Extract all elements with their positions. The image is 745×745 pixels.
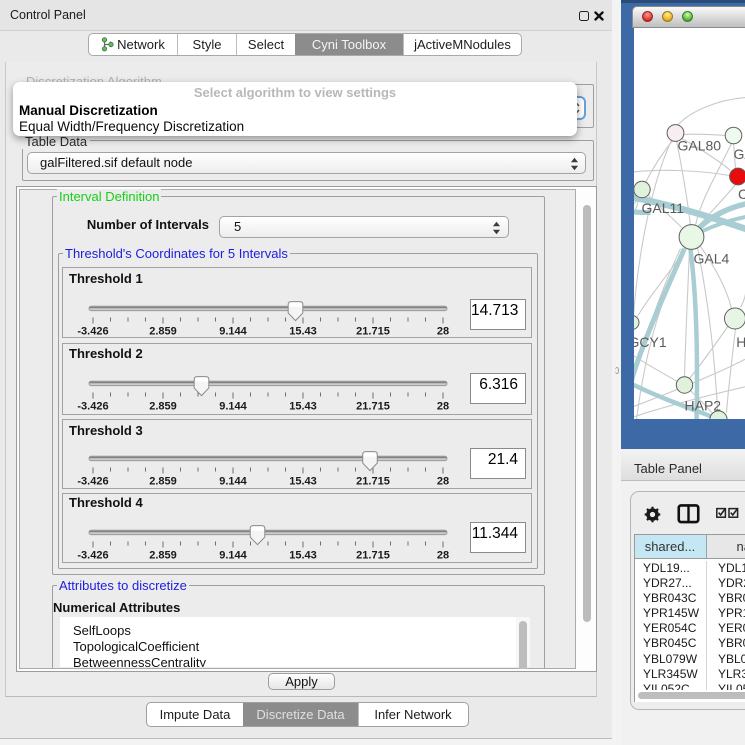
svg-text:28: 28: [437, 400, 449, 412]
svg-text:21.715: 21.715: [356, 476, 390, 488]
svg-text:15.43: 15.43: [289, 476, 317, 488]
svg-text:9.144: 9.144: [219, 400, 247, 412]
svg-text:GCY1: GCY1: [634, 334, 667, 350]
svg-text:H: H: [736, 334, 745, 350]
svg-text:2.859: 2.859: [149, 476, 177, 488]
svg-text:9.144: 9.144: [219, 326, 247, 338]
svg-text:21.715: 21.715: [356, 326, 390, 338]
svg-text:-3.426: -3.426: [77, 326, 108, 338]
svg-text:28: 28: [437, 476, 449, 488]
svg-text:28: 28: [437, 326, 449, 338]
svg-text:2.859: 2.859: [149, 550, 177, 562]
svg-text:2.859: 2.859: [149, 400, 177, 412]
svg-text:15.43: 15.43: [289, 326, 317, 338]
svg-text:9.144: 9.144: [219, 476, 247, 488]
svg-text:GAL80: GAL80: [677, 137, 721, 153]
svg-text:C: C: [738, 185, 745, 201]
svg-text:-3.426: -3.426: [77, 550, 108, 562]
svg-text:21.715: 21.715: [356, 550, 390, 562]
svg-text:GAL11: GAL11: [641, 200, 684, 216]
svg-text:9.144: 9.144: [219, 550, 247, 562]
svg-text:28: 28: [437, 550, 449, 562]
svg-text:GAL4: GAL4: [693, 250, 729, 266]
svg-text:GA: GA: [733, 146, 745, 162]
svg-text:21.715: 21.715: [356, 400, 390, 412]
svg-text:HAP2: HAP2: [684, 397, 721, 413]
svg-text:15.43: 15.43: [289, 400, 317, 412]
svg-text:15.43: 15.43: [289, 550, 317, 562]
svg-text:-3.426: -3.426: [77, 400, 108, 412]
svg-text:2.859: 2.859: [149, 326, 177, 338]
svg-text:-3.426: -3.426: [77, 476, 108, 488]
